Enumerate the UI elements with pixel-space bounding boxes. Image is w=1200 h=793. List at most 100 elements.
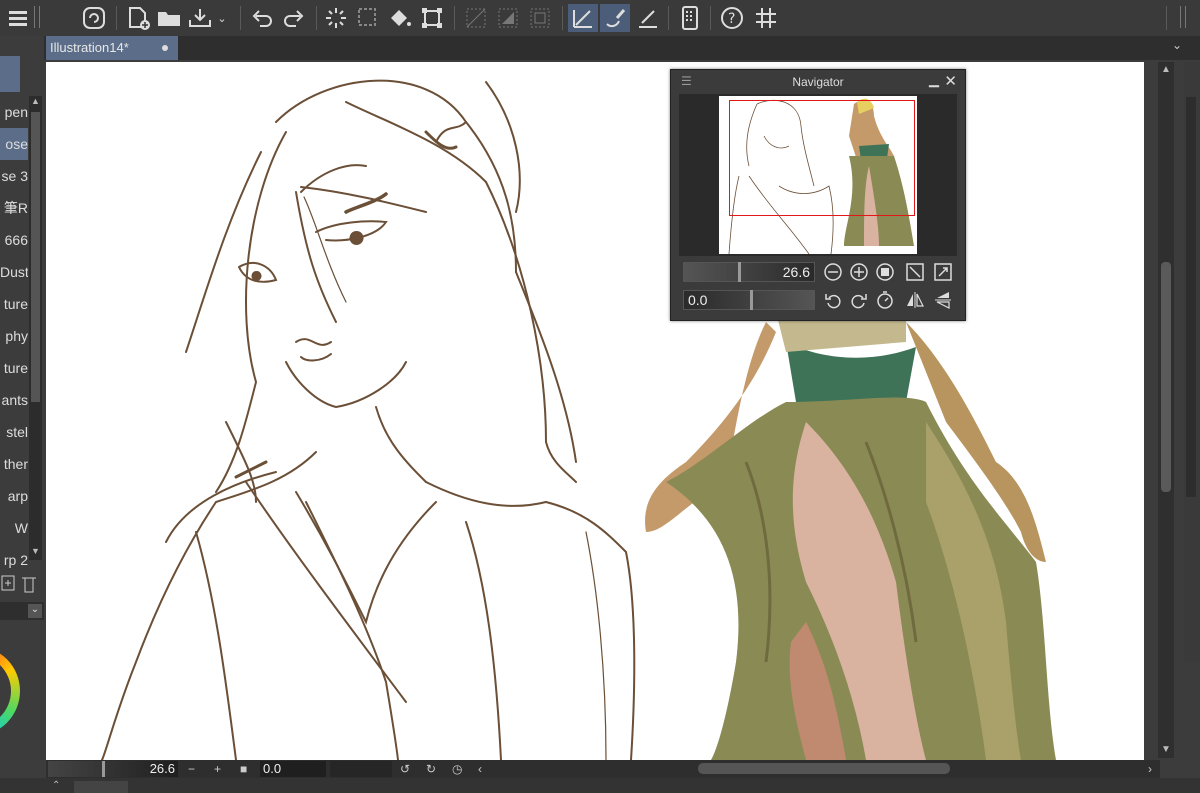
zoom-slider-handle[interactable] [738, 262, 741, 282]
rotate-left-icon[interactable]: ↺ [400, 760, 410, 778]
brush-item[interactable]: pen [0, 96, 28, 128]
minimize-icon[interactable]: ▁ [929, 72, 939, 88]
brush-list-scroll-thumb[interactable] [31, 112, 40, 402]
scroll-down-icon[interactable]: ▼ [29, 546, 42, 560]
snap-frame-icon[interactable] [526, 4, 554, 32]
help-icon[interactable]: ? [718, 4, 746, 32]
reset-rotation-icon[interactable]: ◷ [452, 760, 462, 778]
brush-list-scrollbar[interactable]: ▲ ▼ [29, 96, 42, 560]
sketch-figure [101, 79, 636, 760]
brush-list: pen ose se 3 筆R 666 Dust ture phy ture ants stel th… [0, 96, 28, 576]
open-folder-icon[interactable] [155, 4, 183, 32]
actual-size-icon[interactable] [875, 262, 895, 282]
rotation-value: 0.0 [688, 292, 708, 308]
document-tab-title: Illustration14* [50, 40, 129, 55]
transform-icon[interactable] [418, 4, 446, 32]
status-rotation-slider[interactable] [330, 761, 392, 777]
fill-icon[interactable] [386, 4, 414, 32]
brush-item[interactable]: ture [0, 288, 28, 320]
chevron-up-icon[interactable]: ⌃ [52, 780, 60, 791]
rotate-left-icon[interactable] [823, 290, 843, 310]
grid-icon[interactable] [752, 4, 780, 32]
navigator-panel: ☰ Navigator ▁ ✕ 26.6 0.0 [670, 69, 966, 321]
flip-horizontal-icon[interactable] [905, 290, 925, 310]
brush-item[interactable]: ose [0, 128, 28, 160]
unsaved-dot-icon [162, 45, 168, 51]
pen-ruler-icon[interactable] [634, 4, 662, 32]
scroll-left-icon[interactable]: ‹ [478, 760, 482, 778]
zoom-out-icon[interactable]: − [188, 760, 195, 778]
status-rotation-field[interactable]: 0.0 [260, 761, 326, 777]
rotation-slider-handle[interactable] [750, 290, 753, 310]
tab-list-chevron-icon[interactable]: ⌄ [1172, 38, 1182, 52]
zoom-slider[interactable]: 26.6 [683, 262, 815, 282]
redo-icon[interactable] [280, 4, 308, 32]
panel-options-bar[interactable]: ⌄ [0, 602, 44, 620]
bottom-bar: ⌃ [0, 778, 1200, 793]
flip-vertical-icon[interactable] [933, 290, 953, 310]
brush-item[interactable]: phy [0, 320, 28, 352]
document-tab[interactable]: Illustration14* [46, 36, 178, 60]
status-zoom-slider[interactable]: 26.6 [48, 761, 178, 777]
zoom-in-icon[interactable] [849, 262, 869, 282]
canvas-horizontal-scroll-thumb[interactable] [698, 763, 950, 774]
canvas-vertical-scroll-thumb[interactable] [1161, 262, 1171, 492]
artwork [101, 79, 1056, 760]
viewport-rectangle[interactable] [729, 100, 915, 216]
reset-rotation-icon[interactable] [875, 290, 895, 310]
app-logo-icon[interactable] [80, 4, 108, 32]
brush-panel: pen ose se 3 筆R 666 Dust ture phy ture ants stel th… [0, 36, 44, 793]
navigator-title: Navigator [792, 75, 844, 89]
color-figure [645, 305, 1056, 760]
chevron-down-icon[interactable]: ⌄ [212, 4, 232, 32]
document-tabbar: Illustration14* [44, 36, 1200, 60]
actual-size-icon[interactable]: ■ [240, 760, 247, 778]
brush-item[interactable]: ther [0, 448, 28, 480]
ruler-snap-icon[interactable] [568, 4, 598, 32]
scroll-up-icon[interactable]: ▲ [29, 96, 42, 110]
status-rotation-value: 0.0 [263, 761, 282, 776]
canvas-vertical-scrollbar[interactable]: ▲ ▼ [1158, 62, 1174, 758]
canvas-status-bar: 26.6 − + ■ 0.0 ↺ ↻ ◷ ‹ › [46, 760, 1160, 778]
loading-icon[interactable] [322, 4, 350, 32]
main-toolbar: ⌄ ? [0, 0, 1200, 37]
fit-window-icon[interactable] [933, 262, 953, 282]
brush-item[interactable]: stel [0, 416, 28, 448]
brush-item[interactable]: 筆R [0, 192, 28, 224]
zoom-value: 26.6 [782, 264, 810, 280]
new-file-icon[interactable] [124, 4, 152, 32]
fit-screen-icon[interactable] [905, 262, 925, 282]
panel-tab[interactable] [0, 56, 20, 92]
snap-off-icon[interactable] [462, 4, 490, 32]
phone-icon[interactable] [676, 4, 704, 32]
save-icon[interactable] [186, 4, 214, 32]
panel-options-chevron-icon[interactable]: ⌄ [28, 604, 42, 618]
navigator-preview[interactable] [679, 94, 957, 256]
scroll-up-icon[interactable]: ▲ [1158, 64, 1174, 76]
brush-snap-icon[interactable] [600, 4, 630, 32]
snap-grid-icon[interactable] [494, 4, 522, 32]
rotate-right-icon[interactable] [849, 290, 869, 310]
scroll-down-icon[interactable]: ▼ [1158, 744, 1174, 756]
selection-icon[interactable] [354, 4, 382, 32]
close-icon[interactable]: ✕ [944, 72, 957, 90]
color-wheel[interactable] [0, 646, 20, 736]
zoom-in-icon[interactable]: + [214, 760, 221, 778]
undo-icon[interactable] [248, 4, 276, 32]
brush-item[interactable]: ants [0, 384, 28, 416]
brush-item[interactable]: Dust [0, 256, 28, 288]
menu-icon[interactable] [4, 4, 32, 32]
brush-item[interactable]: 666 [0, 224, 28, 256]
scroll-right-icon[interactable]: › [1148, 760, 1152, 778]
brush-item[interactable]: ture [0, 352, 28, 384]
brush-item[interactable]: se 3 [0, 160, 28, 192]
bottom-tab[interactable] [74, 781, 128, 793]
status-zoom-value: 26.6 [149, 761, 175, 776]
rotation-slider[interactable]: 0.0 [683, 290, 815, 310]
brush-item[interactable]: W [0, 512, 28, 544]
rotate-right-icon[interactable]: ↻ [426, 760, 436, 778]
toolbar-grip[interactable] [34, 6, 40, 28]
drawing-canvas[interactable] [46, 62, 1144, 760]
brush-item[interactable]: arp [0, 480, 28, 512]
zoom-out-icon[interactable] [823, 262, 843, 282]
